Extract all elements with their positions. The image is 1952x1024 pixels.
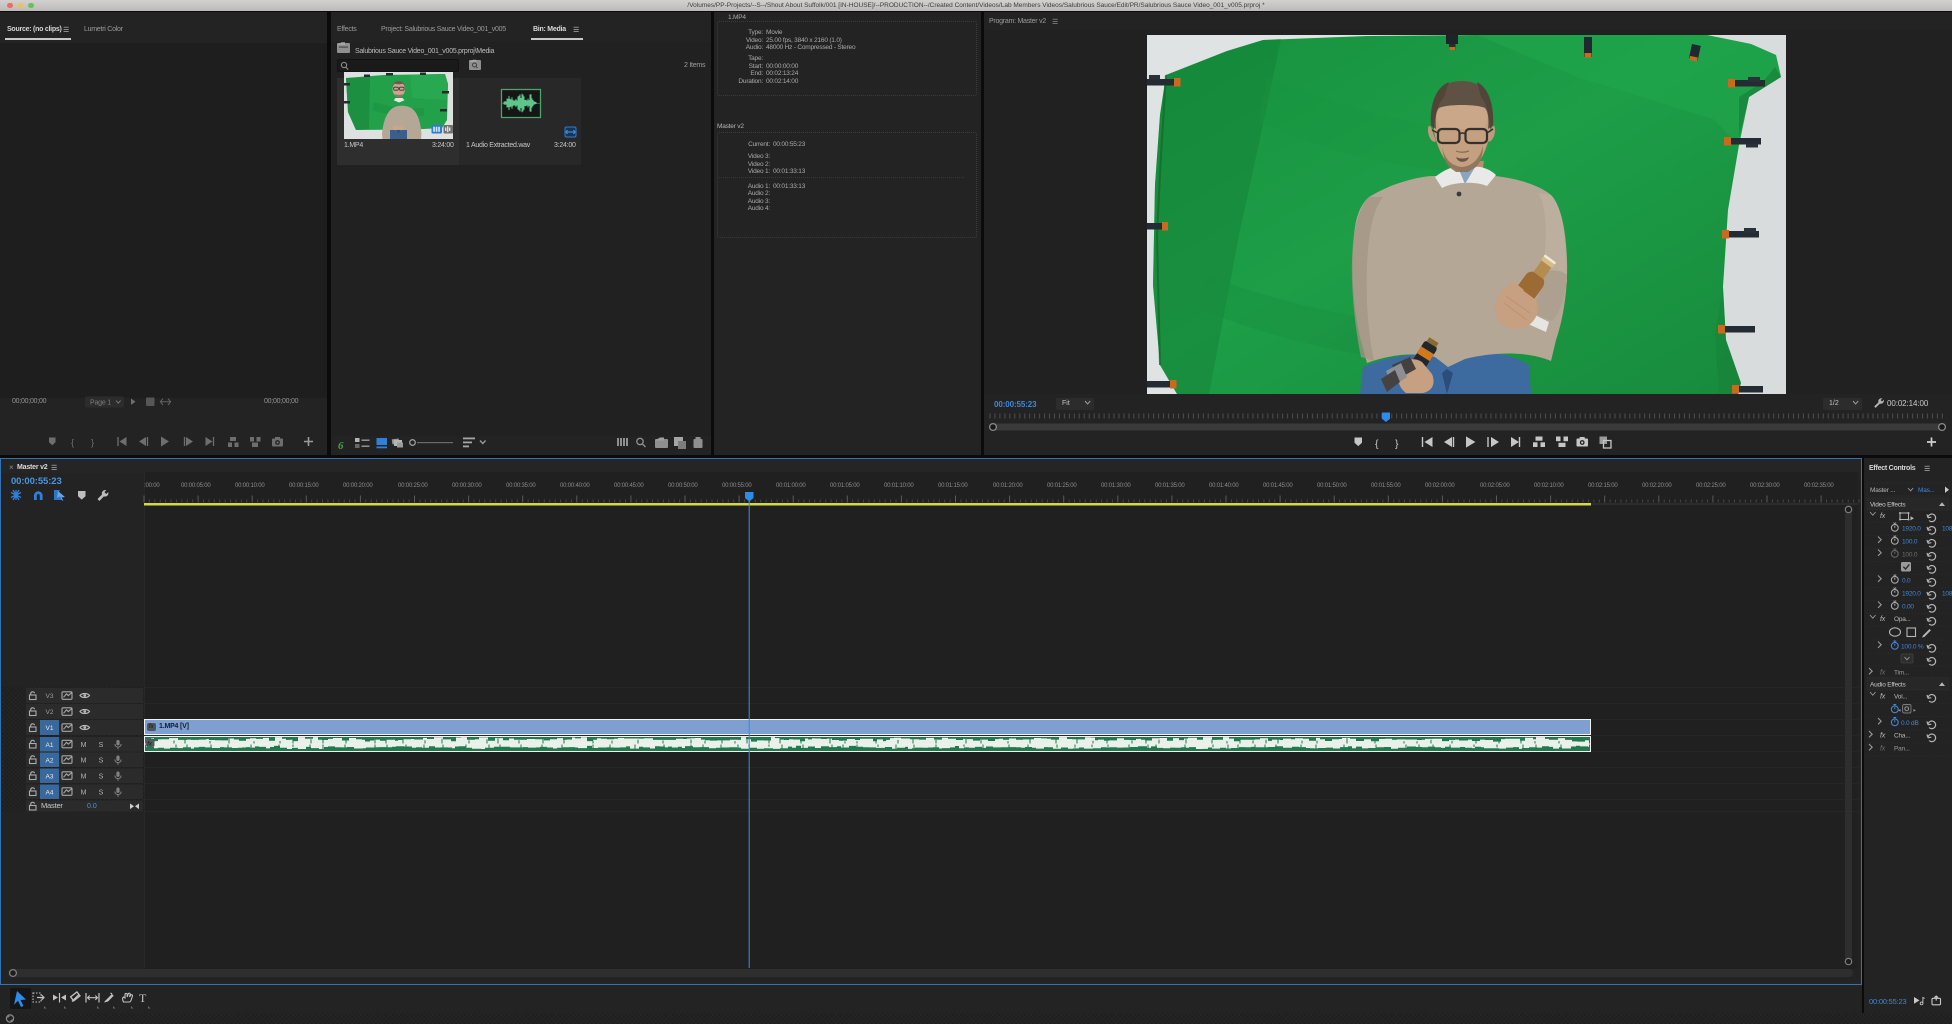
svg-text:fx: fx bbox=[1880, 733, 1886, 740]
svg-text:S: S bbox=[99, 758, 104, 765]
svg-text:M: M bbox=[81, 742, 87, 749]
svg-text:A2: A2 bbox=[46, 758, 54, 765]
svg-text:fx: fx bbox=[1880, 513, 1886, 520]
svg-text:100.0: 100.0 bbox=[1902, 539, 1918, 546]
svg-text:S: S bbox=[99, 742, 104, 749]
svg-text:Master: Master bbox=[41, 801, 63, 810]
svg-text:fx: fx bbox=[1880, 670, 1886, 677]
svg-text:Master ...: Master ... bbox=[1870, 487, 1895, 494]
svg-text:A1: A1 bbox=[46, 742, 54, 749]
svg-text:S: S bbox=[99, 790, 104, 797]
svg-text:V2: V2 bbox=[46, 709, 54, 716]
svg-text:V3: V3 bbox=[46, 693, 54, 700]
svg-text:1920.0: 1920.0 bbox=[1902, 591, 1921, 598]
svg-text:Vol...: Vol... bbox=[1894, 694, 1908, 701]
svg-text:fx: fx bbox=[1880, 694, 1886, 701]
svg-text:A3: A3 bbox=[46, 774, 54, 781]
svg-text:0.0: 0.0 bbox=[87, 803, 97, 810]
svg-text:108: 108 bbox=[1942, 526, 1952, 533]
svg-text:00:00:55:23: 00:00:55:23 bbox=[1869, 997, 1906, 1006]
svg-text:0.00: 0.00 bbox=[1902, 604, 1914, 611]
svg-text:108: 108 bbox=[1942, 591, 1952, 598]
svg-text:0.0 dB: 0.0 dB bbox=[1901, 720, 1919, 727]
svg-text:V1: V1 bbox=[46, 725, 54, 732]
svg-text:M: M bbox=[81, 774, 87, 781]
svg-text:0.0: 0.0 bbox=[1902, 578, 1911, 585]
svg-text:Audio Effects: Audio Effects bbox=[1870, 682, 1907, 689]
svg-text:1920.0: 1920.0 bbox=[1902, 526, 1921, 533]
svg-text:Opa...: Opa... bbox=[1894, 616, 1911, 623]
svg-text:Video Effects: Video Effects bbox=[1870, 502, 1906, 509]
svg-text:T: T bbox=[139, 991, 147, 1005]
svg-text:100.0: 100.0 bbox=[1902, 552, 1918, 559]
svg-text:M: M bbox=[81, 790, 87, 797]
svg-text:Pan...: Pan... bbox=[1894, 746, 1910, 753]
svg-text:fx: fx bbox=[1880, 616, 1886, 623]
svg-text:A4: A4 bbox=[46, 790, 54, 797]
svg-text:S: S bbox=[99, 774, 104, 781]
svg-text:M: M bbox=[81, 758, 87, 765]
svg-text:Tim...: Tim... bbox=[1894, 670, 1909, 677]
svg-text:fx: fx bbox=[1880, 746, 1886, 753]
svg-text:Cha...: Cha... bbox=[1894, 733, 1911, 740]
svg-text:100.0 %: 100.0 % bbox=[1901, 644, 1924, 651]
svg-text:Mas...: Mas... bbox=[1918, 487, 1935, 494]
